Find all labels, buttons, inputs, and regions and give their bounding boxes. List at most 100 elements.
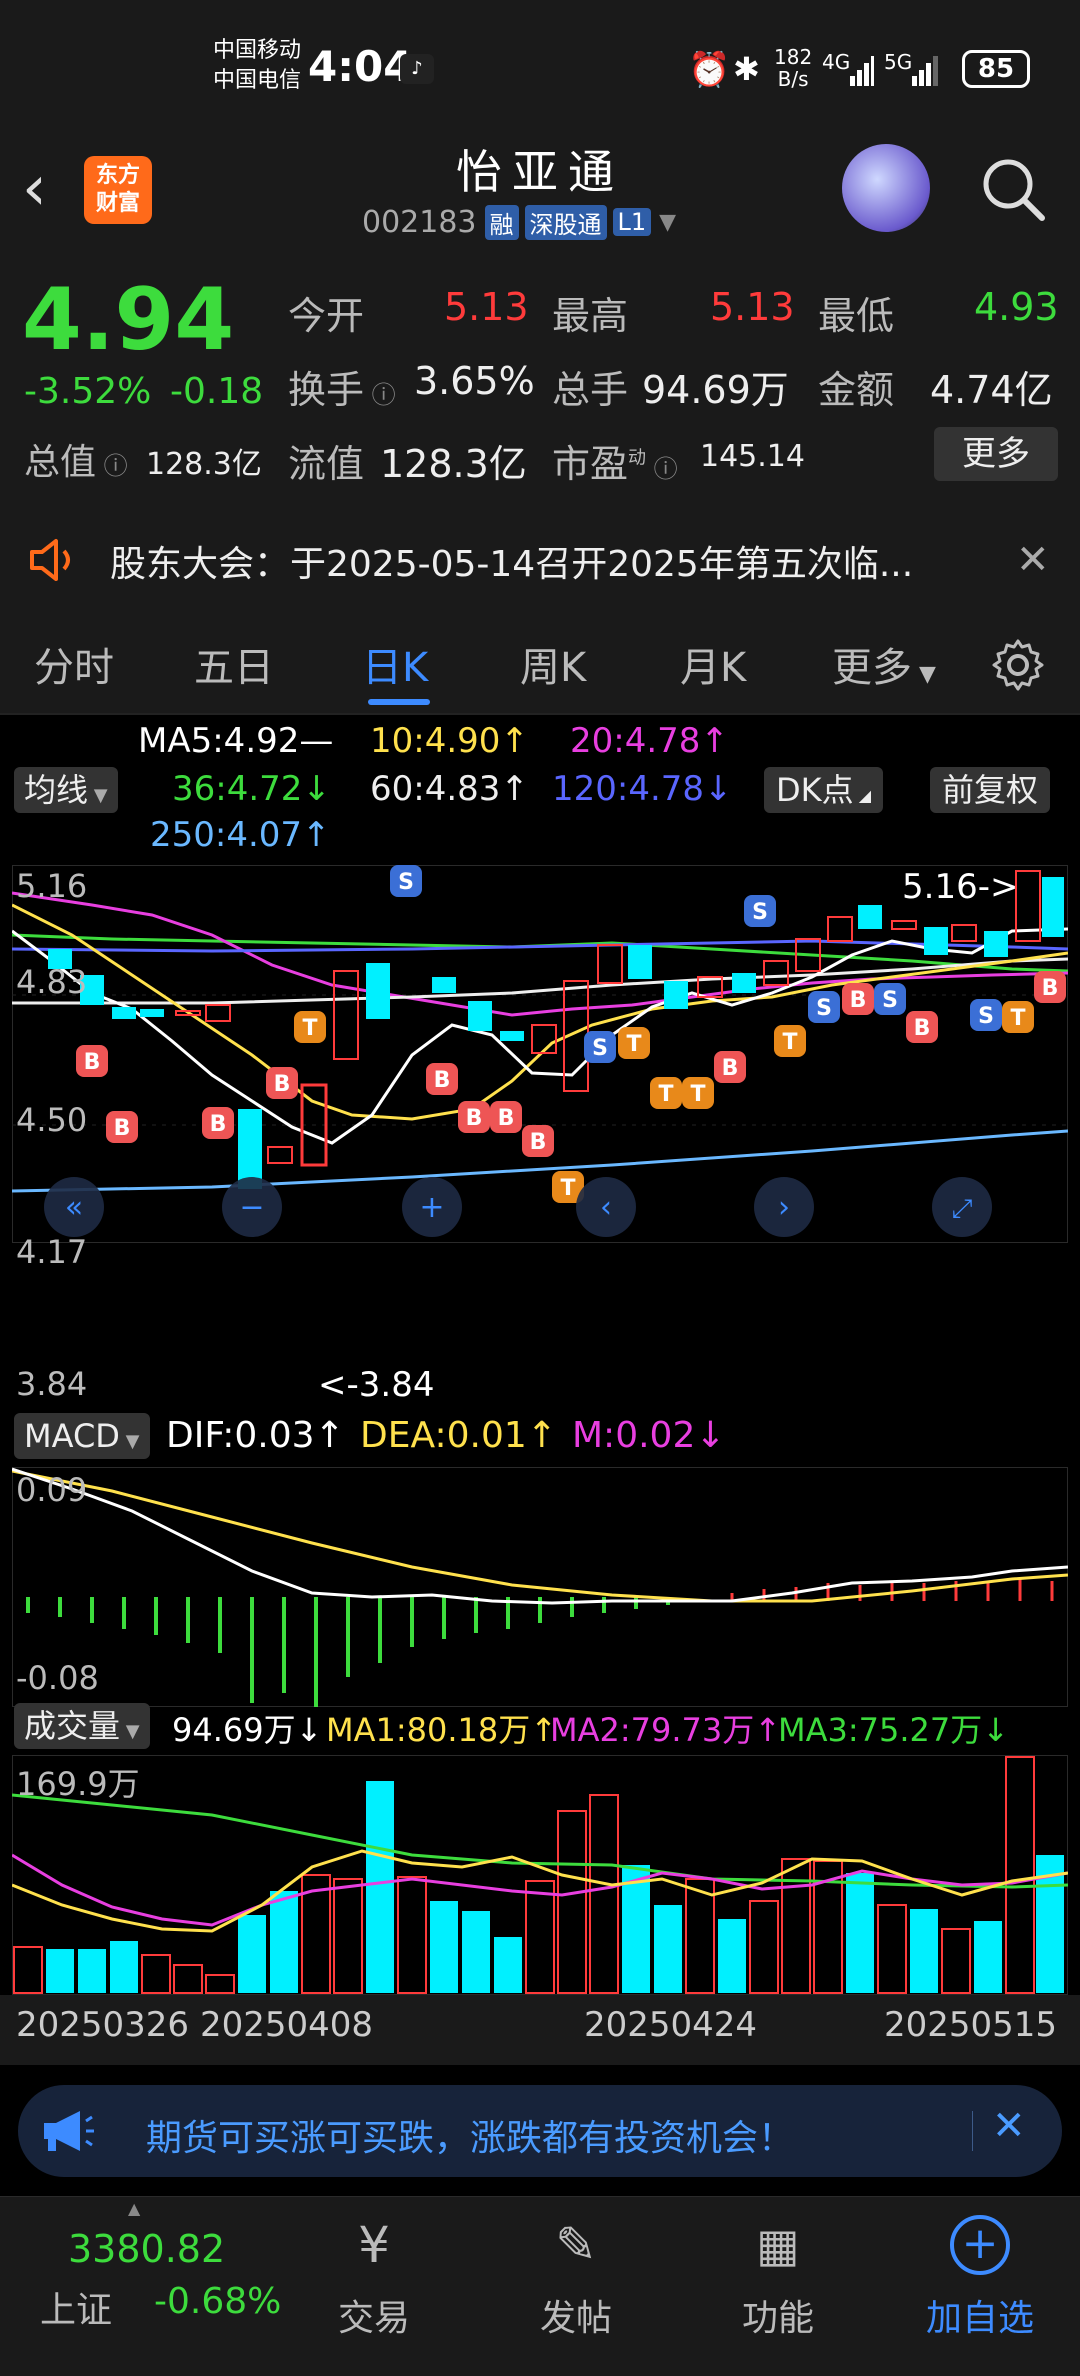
tab-weekly-k[interactable]: 周K: [520, 635, 586, 693]
chevron-down-icon-2: ▼: [912, 662, 936, 687]
level-tag: L1: [612, 208, 652, 236]
low-marker: <-3.84: [318, 1365, 435, 1405]
ma-selector[interactable]: 均线 ▼: [14, 767, 118, 813]
buy-marker: B: [458, 1101, 490, 1133]
svg-text:B: B: [914, 1016, 931, 1041]
battery-icon: 85: [962, 50, 1030, 88]
ma20-line: [12, 891, 1068, 1017]
chevron-up-icon[interactable]: ▲: [128, 2199, 140, 2218]
svg-text:T: T: [658, 1082, 673, 1107]
notice-text[interactable]: 股东大会：于2025-05-14召开2025年第五次临...: [110, 535, 913, 587]
nav-trade[interactable]: ¥ 交易: [334, 2215, 414, 2365]
macd-selector[interactable]: MACD ▼: [14, 1413, 150, 1459]
svg-text:B: B: [210, 1112, 227, 1137]
mktcap-value: 128.3亿: [146, 447, 262, 482]
nav-add-watchlist[interactable]: + 加自选: [922, 2215, 1038, 2365]
notice-bar[interactable]: 股东大会：于2025-05-14召开2025年第五次临... ✕: [0, 505, 1080, 615]
pe-label: 市盈动 ⓘ: [552, 442, 678, 486]
macd-y-bottom: -0.08: [16, 1659, 99, 1697]
candle: [858, 905, 882, 929]
tab-more[interactable]: 更多 ▼: [832, 635, 936, 693]
tab-intraday[interactable]: 分时: [34, 635, 114, 693]
last-price: 4.94: [22, 270, 235, 370]
nav-functions-label: 功能: [741, 2298, 814, 2339]
gear-icon[interactable]: [990, 637, 1046, 693]
candle: [468, 1001, 492, 1031]
macd-dea: DEA:0.01↑: [360, 1415, 557, 1456]
open-value: 5.13: [444, 285, 529, 329]
buy-marker: B: [906, 1011, 938, 1043]
robot-assistant-icon[interactable]: [842, 144, 930, 232]
tiktok-icon: ♪: [400, 54, 434, 84]
sell-marker: S: [584, 1031, 616, 1063]
index-change[interactable]: -0.68%: [154, 2281, 281, 2322]
buy-marker: B: [202, 1107, 234, 1139]
buy-marker: B: [266, 1067, 298, 1099]
ad-text[interactable]: 期货可买涨可买跌，涨跌都有投资机会！: [146, 2109, 794, 2161]
sell-marker: S: [970, 999, 1002, 1031]
candle: [628, 945, 652, 979]
chart-nav-controls: « − + ‹ › ⤢: [44, 1177, 992, 1237]
svg-text:T: T: [626, 1032, 641, 1057]
low-label: 最低: [818, 294, 895, 338]
carrier-1: 中国移动: [213, 38, 302, 63]
close-icon[interactable]: ✕: [1016, 537, 1050, 583]
buy-marker: B: [106, 1111, 138, 1143]
nav-functions[interactable]: ▦ 功能: [738, 2215, 818, 2365]
buy-marker: B: [76, 1045, 108, 1077]
volume-value: 94.69万: [642, 368, 789, 412]
more-button[interactable]: 更多: [934, 427, 1058, 481]
candle: [924, 927, 948, 955]
svg-text:T: T: [782, 1030, 797, 1055]
volume-selector[interactable]: 成交量 ▼: [14, 1703, 150, 1749]
kline-svg[interactable]: B B B B T S B B B B T S T T T B S T S B …: [12, 865, 1068, 1243]
tab-daily-k[interactable]: 日K: [362, 635, 428, 693]
ma250-legend: 250:4.07↑: [150, 815, 331, 855]
candle: [732, 973, 756, 993]
tab-monthly-k[interactable]: 月K: [680, 635, 746, 693]
ad-banner[interactable]: 期货可买涨可买跌，涨跌都有投资机会！ ✕: [18, 2085, 1062, 2177]
high-value: 5.13: [710, 285, 795, 329]
connect-tag: 深股通: [524, 204, 607, 240]
pe-value: 145.14: [700, 439, 805, 474]
svg-text:‹: ‹: [600, 1190, 612, 1225]
nav-post-label: 发帖: [539, 2298, 612, 2339]
index-value[interactable]: 3380.82: [68, 2227, 225, 2271]
change-pct: -3.52%: [24, 371, 152, 412]
nav-post[interactable]: ✎ 发帖: [536, 2215, 616, 2365]
bluetooth-icon: ✱: [733, 50, 760, 88]
close-icon-2[interactable]: ✕: [992, 2103, 1026, 2149]
quote-panel: 4.94 -3.52% -0.18 今开 5.13 最高 5.13 最低 4.9…: [0, 255, 1080, 505]
mktcap-label: 总值 ⓘ: [24, 442, 128, 483]
candle: [500, 1031, 524, 1041]
kline-chart-area[interactable]: MA5:4.92— 10:4.90↑ 20:4.78↑ 均线 ▼ 36:4.72…: [0, 715, 1080, 2065]
macd-dif: DIF:0.03↑: [166, 1415, 345, 1456]
buy-marker: B: [426, 1063, 458, 1095]
svg-text:B: B: [1042, 976, 1059, 1001]
svg-text:S: S: [398, 870, 414, 895]
search-icon[interactable]: [978, 154, 1048, 224]
volume-ma3: MA3:75.27万↓: [778, 1711, 1010, 1749]
svg-text:B: B: [850, 988, 867, 1013]
index-name[interactable]: 上证: [40, 2281, 112, 2333]
volume-ma1: MA1:80.18万↑: [326, 1711, 558, 1749]
volume-ma2: MA2:79.73万↑: [550, 1711, 782, 1749]
ma36-legend: 36:4.72↓: [172, 769, 331, 809]
amount-value: 4.74亿: [930, 368, 1053, 412]
y-label-4: 4.17: [16, 1233, 88, 1271]
candle: [827, 916, 853, 942]
price-adjust-button[interactable]: 前复权: [930, 767, 1051, 813]
dk-point-button[interactable]: DK点 ◢: [764, 767, 884, 813]
svg-text:B: B: [84, 1050, 101, 1075]
float-label: 流值: [288, 442, 365, 486]
amount-label: 金额: [818, 368, 895, 412]
sell-marker: S: [744, 895, 776, 927]
chevron-down-icon[interactable]: ▼: [659, 210, 676, 235]
tab-five-day[interactable]: 五日: [194, 635, 274, 693]
volume-svg: [12, 1755, 1068, 1995]
candle: [891, 920, 917, 930]
clock: 4:04: [308, 42, 413, 91]
svg-text:T: T: [690, 1082, 705, 1107]
candle: [267, 1146, 293, 1164]
svg-text:S: S: [752, 900, 768, 925]
